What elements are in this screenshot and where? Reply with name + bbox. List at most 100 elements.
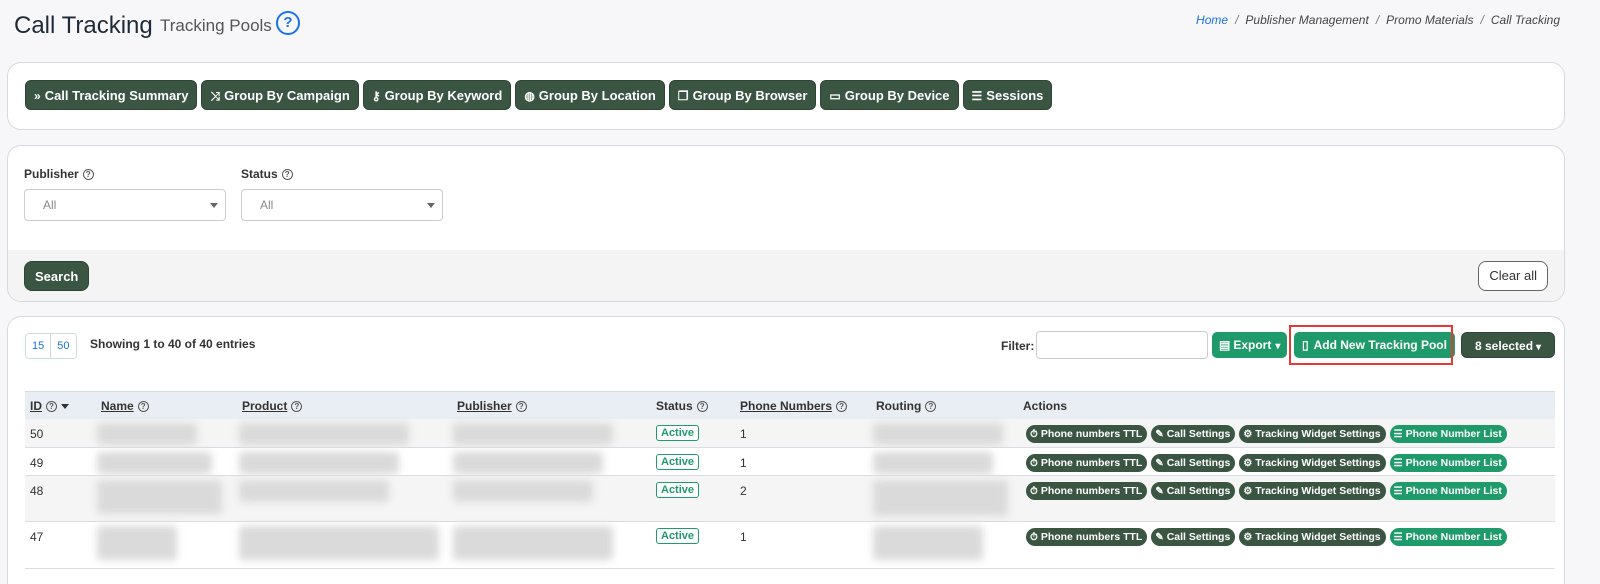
page-size-15[interactable]: 15 — [26, 334, 50, 358]
action-label: Call Settings — [1166, 457, 1231, 469]
action-label: Tracking Widget Settings — [1255, 428, 1381, 440]
phone-number-list-button[interactable]: ☰ Phone Number List — [1389, 528, 1507, 546]
redacted-product — [239, 480, 389, 502]
help-icon[interactable]: ? — [82, 169, 94, 180]
cell-id: 50 — [30, 427, 44, 441]
tab-group-by-keyword[interactable]: ⚷ Group By Keyword — [362, 80, 512, 110]
double-chevron-right-icon: » — [34, 89, 41, 103]
list-icon: ☰ — [1393, 458, 1403, 469]
tracking-pools-table-card: 15 50 Showing 1 to 40 of 40 entries Filt… — [7, 316, 1565, 584]
cell-phone-numbers: 1 — [740, 427, 747, 441]
help-icon[interactable]: ? — [281, 169, 293, 180]
help-icon[interactable]: ? — [515, 401, 527, 412]
breadcrumb-separator: / — [1480, 13, 1484, 27]
gears-icon: ⚙ — [1243, 486, 1253, 497]
list-icon: ☰ — [1393, 429, 1403, 440]
redacted-name — [97, 423, 197, 445]
action-label: Call Settings — [1166, 531, 1231, 543]
column-header-product[interactable]: Product? — [242, 399, 303, 413]
filter-input[interactable] — [1036, 331, 1208, 359]
help-icon[interactable]: ? — [276, 11, 300, 35]
pencil-icon: ✎ — [1155, 532, 1164, 543]
action-label: Tracking Widget Settings — [1255, 485, 1381, 497]
page-size-selector: 15 50 — [25, 333, 77, 359]
call-settings-button[interactable]: ✎ Call Settings — [1151, 425, 1236, 443]
row-actions: ⏱ Phone numbers TTL ✎ Call Settings ⚙ Track… — [1026, 425, 1507, 443]
status-select[interactable]: All — [241, 189, 443, 221]
column-header-id[interactable]: ID? — [30, 399, 69, 413]
action-label: Phone numbers TTL — [1040, 457, 1143, 469]
help-icon[interactable]: ? — [46, 401, 57, 412]
export-label: Export — [1233, 338, 1272, 352]
publisher-filter-label: Publisher? — [24, 167, 94, 181]
chevron-down-icon — [427, 203, 435, 208]
column-header-label: Name — [101, 399, 134, 413]
phone-number-list-button[interactable]: ☰ Phone Number List — [1389, 425, 1507, 443]
column-header-publisher[interactable]: Publisher? — [457, 399, 527, 413]
pencil-icon: ✎ — [1155, 458, 1164, 469]
help-icon[interactable]: ? — [836, 401, 848, 412]
call-settings-button[interactable]: ✎ Call Settings — [1151, 482, 1236, 500]
tab-call-tracking-summary[interactable]: » Call Tracking Summary — [25, 80, 198, 110]
status-filter-label: Status? — [241, 167, 293, 181]
table-row: 50 Active 1 ⏱ Phone numbers TTL ✎ Call Set… — [25, 419, 1555, 448]
breadcrumb: Home / Publisher Management / Promo Material… — [1196, 13, 1560, 27]
row-actions: ⏱ Phone numbers TTL ✎ Call Settings ⚙ Track… — [1026, 454, 1507, 472]
column-header-phone-numbers[interactable]: Phone Numbers? — [740, 399, 848, 413]
phone-numbers-ttl-button[interactable]: ⏱ Phone numbers TTL — [1026, 425, 1148, 443]
stopwatch-icon: ⏱ — [1030, 458, 1038, 469]
column-header-name[interactable]: Name? — [101, 399, 149, 413]
tab-sessions[interactable]: ☰ Sessions — [962, 80, 1053, 110]
key-icon: ⚷ — [371, 89, 381, 103]
action-label: Tracking Widget Settings — [1255, 457, 1381, 469]
gears-icon: ⚙ — [1243, 429, 1253, 440]
page-subtitle: Tracking Pools — [160, 16, 272, 35]
column-header-label: Product — [242, 399, 288, 413]
action-label: Phone Number List — [1405, 531, 1502, 543]
phone-number-list-button[interactable]: ☰ Phone Number List — [1389, 454, 1507, 472]
help-icon[interactable]: ? — [925, 401, 937, 412]
cell-id: 47 — [30, 530, 44, 544]
cell-id: 49 — [30, 456, 44, 470]
redacted-product — [239, 452, 399, 474]
phone-numbers-ttl-button[interactable]: ⏱ Phone numbers TTL — [1026, 528, 1148, 546]
breadcrumb-home-link[interactable]: Home — [1196, 13, 1228, 27]
status-badge: Active — [656, 482, 700, 498]
tab-group-by-browser[interactable]: ❐ Group By Browser — [668, 80, 817, 110]
phone-number-list-button[interactable]: ☰ Phone Number List — [1389, 482, 1507, 500]
stopwatch-icon: ⏱ — [1030, 429, 1038, 440]
export-button[interactable]: ▤ Export ▾ — [1212, 332, 1288, 358]
column-header-label: Status — [656, 399, 693, 413]
tab-group-by-device[interactable]: ▭ Group By Device — [820, 80, 959, 110]
columns-selected-dropdown[interactable]: 8 selected ▾ — [1461, 332, 1556, 358]
tab-group-by-location[interactable]: ◍ Group By Location — [515, 80, 665, 110]
help-icon[interactable]: ? — [291, 401, 303, 412]
selected-label: 8 selected — [1475, 339, 1534, 353]
caret-down-icon: ▾ — [1536, 342, 1542, 353]
pencil-icon: ✎ — [1155, 486, 1164, 497]
tracking-widget-settings-button[interactable]: ⚙ Tracking Widget Settings — [1239, 528, 1386, 546]
row-actions: ⏱ Phone numbers TTL ✎ Call Settings ⚙ Track… — [1026, 528, 1507, 546]
publisher-select-value: All — [43, 198, 57, 212]
list-icon: ☰ — [971, 89, 983, 103]
column-header-label: Routing — [876, 399, 922, 413]
tracking-widget-settings-button[interactable]: ⚙ Tracking Widget Settings — [1239, 454, 1386, 472]
tracking-widget-settings-button[interactable]: ⚙ Tracking Widget Settings — [1239, 482, 1386, 500]
publisher-select[interactable]: All — [24, 189, 226, 221]
call-settings-button[interactable]: ✎ Call Settings — [1151, 454, 1236, 472]
cell-id: 48 — [30, 484, 44, 498]
column-header-status[interactable]: Status? — [656, 399, 708, 413]
search-button[interactable]: Search — [24, 261, 90, 291]
tab-group-by-campaign[interactable]: ⤨ Group By Campaign — [201, 80, 359, 110]
help-icon[interactable]: ? — [696, 401, 708, 412]
phone-numbers-ttl-button[interactable]: ⏱ Phone numbers TTL — [1026, 482, 1148, 500]
status-badge: Active — [656, 425, 700, 441]
tracking-widget-settings-button[interactable]: ⚙ Tracking Widget Settings — [1239, 425, 1386, 443]
clear-all-button[interactable]: Clear all — [1478, 261, 1548, 291]
tab-label: Group By Location — [538, 88, 656, 103]
help-icon[interactable]: ? — [137, 401, 149, 412]
phone-numbers-ttl-button[interactable]: ⏱ Phone numbers TTL — [1026, 454, 1148, 472]
column-header-actions: Actions — [1023, 399, 1068, 413]
page-size-50[interactable]: 50 — [50, 334, 75, 358]
call-settings-button[interactable]: ✎ Call Settings — [1151, 528, 1236, 546]
